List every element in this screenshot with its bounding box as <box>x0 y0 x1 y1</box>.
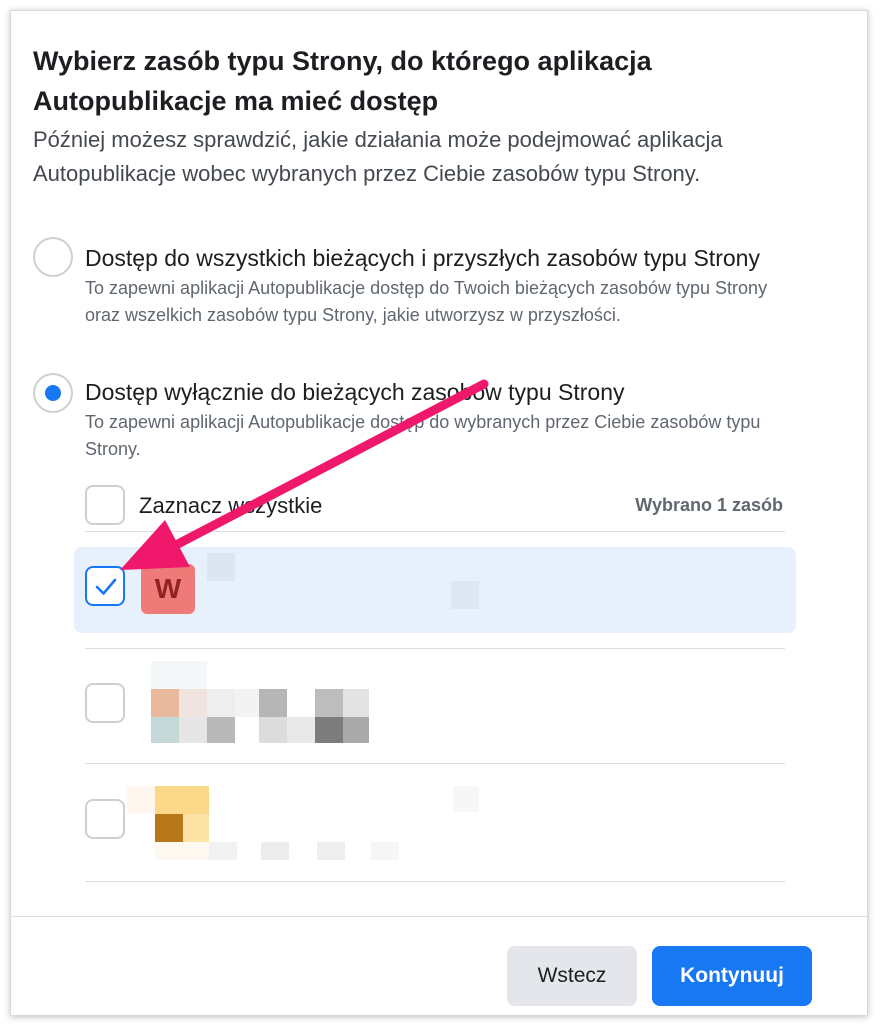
blurred-page-name <box>207 553 235 581</box>
select-all-label: Zaznacz wszystkie <box>139 493 323 518</box>
selected-count: Wybrano 1 zasób <box>635 495 783 515</box>
radio-selected-dot <box>45 385 61 401</box>
list-divider <box>85 648 785 649</box>
option-current-pages-label: Dostęp wyłącznie do bieżących zasobów ty… <box>85 379 625 405</box>
list-divider <box>85 763 785 764</box>
page-item-checkbox[interactable] <box>85 799 125 839</box>
dialog-title: Wybierz zasób typu Strony, do którego ap… <box>33 46 652 116</box>
checkmark-icon <box>95 578 117 595</box>
back-button[interactable]: Wstecz <box>507 946 637 1006</box>
option-all-pages-label: Dostęp do wszystkich bieżących i przyszł… <box>85 245 760 271</box>
option-all-pages-description: To zapewni aplikacji Autopublikacje dost… <box>85 278 768 325</box>
list-divider <box>85 881 785 882</box>
page-item-checkbox[interactable] <box>85 683 125 723</box>
continue-button[interactable]: Kontynuuj <box>652 946 812 1006</box>
page-avatar: W <box>141 564 195 614</box>
footer-divider <box>11 916 867 917</box>
select-all-checkbox[interactable] <box>85 485 125 525</box>
blurred-page-detail <box>451 581 479 609</box>
option-current-pages-description: To zapewni aplikacji Autopublikacje dost… <box>85 412 761 459</box>
radio-current-pages[interactable] <box>33 373 73 413</box>
radio-all-pages[interactable] <box>33 237 73 277</box>
dialog-subtitle: Później możesz sprawdzić, jakie działani… <box>33 127 723 186</box>
list-divider <box>85 531 785 532</box>
page-item-checkbox[interactable] <box>85 566 125 606</box>
permission-dialog: Wybierz zasób typu Strony, do którego ap… <box>10 10 868 1016</box>
